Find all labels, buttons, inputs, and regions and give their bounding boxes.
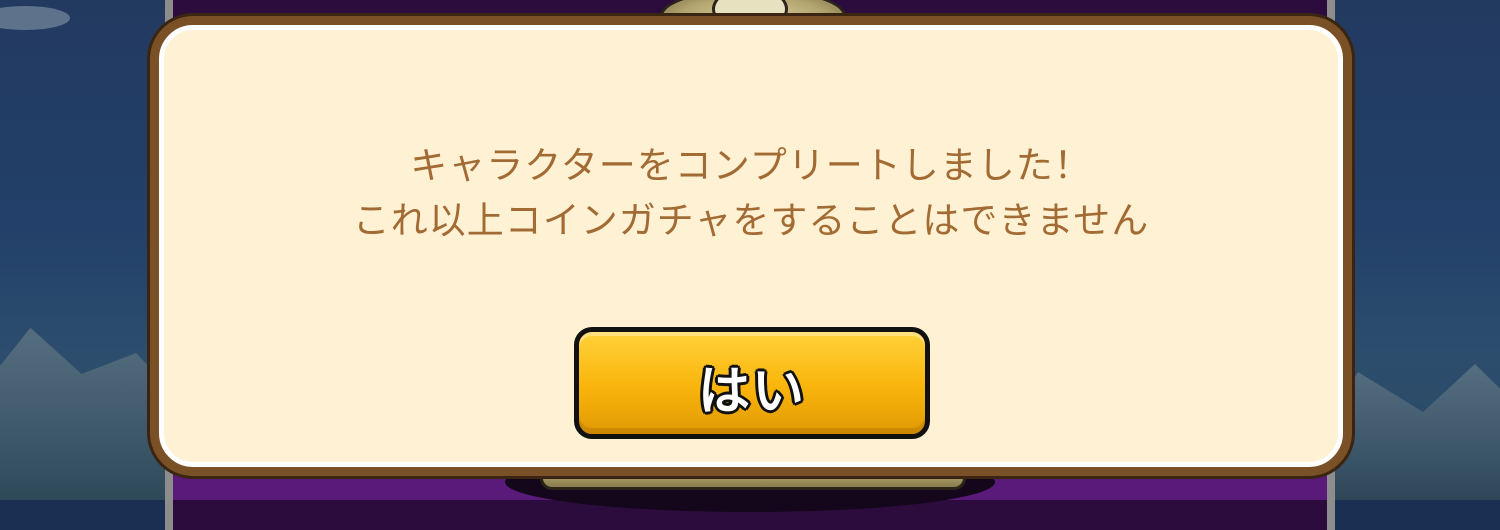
yes-button-label: はい: [696, 361, 806, 424]
dialog-message: キャラクターをコンプリートしました！ これ以上コインガチャをすることはできません: [164, 138, 1338, 248]
dialog-message-line1: キャラクターをコンプリートしました！: [410, 144, 1092, 187]
dialog-message-line2: これ以上コインガチャをすることはできません: [352, 199, 1150, 242]
complete-dialog: キャラクターをコンプリートしました！ これ以上コインガチャをすることはできません…: [159, 25, 1343, 467]
yes-button[interactable]: はい: [574, 327, 930, 439]
